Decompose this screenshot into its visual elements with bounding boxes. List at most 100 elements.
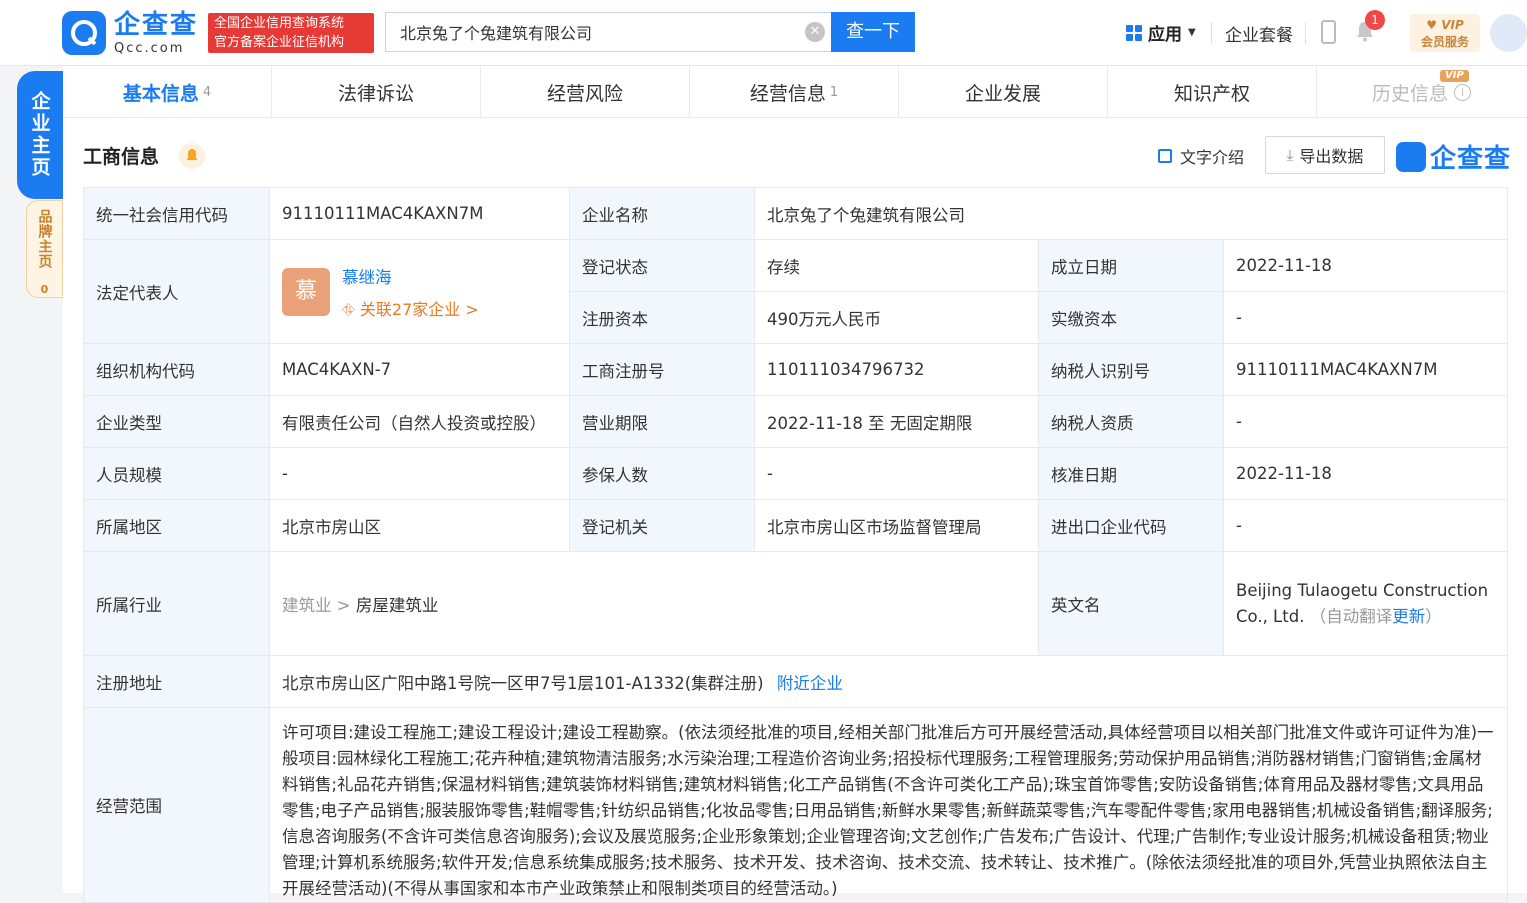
approval-date-value: 2022-11-18	[1222, 447, 1509, 500]
side-tab-brand-home[interactable]: 品牌主页 0	[26, 200, 63, 298]
search-button[interactable]: 查一下	[831, 12, 915, 52]
logo-text-en: Qcc.com	[114, 40, 185, 56]
export-label: 导出数据	[1299, 147, 1364, 166]
tab-history[interactable]: VIP 历史信息 i	[1317, 66, 1526, 118]
tab-operational-risk[interactable]: 经营风险	[481, 66, 690, 118]
tab-development[interactable]: 企业发展	[899, 66, 1108, 118]
watermark-logo: 企查查	[1396, 138, 1511, 175]
top-bar: 企查查 Qcc.com 全国企业信用查询系统 官方备案企业征信机构 ✕ 查一下 …	[0, 0, 1527, 66]
business-info-table: 统一社会信用代码 91110111MAC4KAXN7M 企业名称 北京兔了个兔建…	[83, 187, 1509, 903]
industry-value: 建筑业 > 房屋建筑业	[269, 551, 1039, 656]
divider	[1305, 22, 1306, 44]
address-label: 注册地址	[83, 655, 270, 708]
phone-icon[interactable]	[1321, 20, 1336, 44]
biz-reg-no-value: 110111034796732	[754, 343, 1039, 396]
vip-tag: VIP	[1440, 70, 1469, 82]
search-box: ✕	[385, 12, 831, 52]
tab-count: 4	[202, 84, 212, 100]
org-code-value: MAC4KAXN-7	[269, 343, 570, 396]
paid-capital-label: 实缴资本	[1038, 291, 1224, 344]
legal-rep-related-link[interactable]: ⛗ 关联27家企业 >	[342, 296, 479, 320]
reg-authority-value: 北京市房山区市场监督管理局	[754, 499, 1039, 552]
legal-rep-cell: 慕 慕继海 ⛗ 关联27家企业 >	[269, 239, 570, 344]
staff-size-label: 人员规模	[83, 447, 270, 500]
english-name-line2: Co., Ltd.	[1236, 606, 1305, 626]
legal-rep-avatar[interactable]: 慕	[282, 267, 330, 316]
table-row: 所属行业 建筑业 > 房屋建筑业 英文名 Beijing Tulaogetu C…	[83, 551, 1509, 656]
english-name-label: 英文名	[1038, 551, 1224, 656]
info-icon[interactable]: i	[1454, 83, 1471, 101]
caret-down-icon: ▼	[1188, 27, 1196, 38]
address-value: 北京市房山区广阳中路1号院一区甲7号1层101-A1332(集群注册) 附近企业	[268, 655, 1509, 708]
section-title: 工商信息	[83, 146, 160, 168]
import-export-label: 进出口企业代码	[1038, 499, 1224, 552]
suite-link[interactable]: 企业套餐	[1225, 21, 1293, 46]
site-logo[interactable]: 企查查 Qcc.com 全国企业信用查询系统 官方备案企业征信机构	[62, 10, 375, 56]
side-tab-brand-count: 0	[40, 283, 50, 296]
vip-service-button[interactable]: ♥ VIP 会员服务	[1410, 14, 1480, 52]
scope-label: 经营范围	[83, 707, 270, 903]
insured-value: -	[754, 447, 1039, 500]
legal-rep-label: 法定代表人	[83, 239, 270, 344]
apps-grid-icon	[1126, 24, 1142, 41]
notification-count-badge: 1	[1365, 10, 1385, 30]
watermark-logo-icon	[1396, 141, 1426, 172]
industry-label: 所属行业	[83, 551, 270, 656]
search-input[interactable]	[400, 13, 800, 51]
tab-basic-info[interactable]: 基本信息 4	[63, 66, 272, 118]
biz-term-label: 营业期限	[569, 395, 755, 448]
company-name-label: 企业名称	[569, 187, 755, 240]
vip-sub-label: 会员服务	[1420, 35, 1469, 49]
text-intro-link[interactable]: 文字介绍	[1158, 144, 1244, 168]
table-row: 法定代表人 慕 慕继海 ⛗ 关联27家企业 > 登记状态 存续 成立日期 202…	[83, 239, 1509, 344]
table-row: 组织机构代码 MAC4KAXN-7 工商注册号 110111034796732 …	[83, 343, 1509, 396]
reg-capital-value: 490万元人民币	[754, 291, 1039, 344]
insured-label: 参保人数	[569, 447, 755, 500]
company-type-value: 有限责任公司（自然人投资或控股）	[269, 395, 570, 448]
region-value: 北京市房山区	[269, 499, 570, 552]
logo-icon	[62, 11, 106, 55]
est-date-value: 2022-11-18	[1222, 239, 1509, 292]
english-update-link[interactable]: 更新	[1392, 607, 1425, 626]
biz-reg-no-label: 工商注册号	[569, 343, 755, 396]
address-text: 北京市房山区广阳中路1号院一区甲7号1层101-A1332(集群注册)	[282, 673, 764, 693]
network-icon: ⛗	[342, 299, 360, 319]
staff-size-value: -	[269, 447, 570, 500]
taxpayer-qual-value: -	[1222, 395, 1509, 448]
legal-rep-name[interactable]: 慕继海	[342, 264, 479, 288]
watermark-logo-text: 企查查	[1430, 144, 1512, 174]
tab-bar: 基本信息 4 法律诉讼 经营风险 经营信息 1 企业发展 知识产权 VIP 历史信息…	[63, 66, 1527, 118]
export-data-button[interactable]: ⤓ 导出数据	[1265, 136, 1385, 174]
apps-menu[interactable]: 应用 ▼	[1126, 20, 1196, 45]
reg-capital-label: 注册资本	[569, 291, 755, 344]
table-row: 注册地址 北京市房山区广阳中路1号院一区甲7号1层101-A1332(集群注册)…	[83, 655, 1509, 708]
document-icon	[1158, 149, 1172, 163]
import-export-value: -	[1222, 499, 1509, 552]
user-avatar[interactable]	[1490, 14, 1527, 52]
company-type-label: 企业类型	[83, 395, 270, 448]
download-icon: ⤓	[1286, 146, 1294, 164]
table-row: 经营范围 许可项目:建设工程施工;建设工程设计;建设工程勘察。(依法须经批准的项…	[83, 707, 1509, 903]
tab-count: 1	[829, 84, 839, 100]
table-row: 所属地区 北京市房山区 登记机关 北京市房山区市场监督管理局 进出口企业代码 -	[83, 499, 1509, 552]
english-name-cell: Beijing Tulaogetu Construction Co., Ltd.…	[1222, 551, 1509, 656]
table-row: 人员规模 - 参保人数 - 核准日期 2022-11-18	[83, 447, 1509, 500]
side-tab-company-home[interactable]: 企业主页	[17, 71, 63, 199]
org-code-label: 组织机构代码	[83, 343, 270, 396]
tab-litigation[interactable]: 法律诉讼	[272, 66, 481, 118]
credit-code-label: 统一社会信用代码	[83, 187, 270, 240]
nearby-companies-link[interactable]: 附近企业	[777, 674, 843, 693]
company-name-value: 北京兔了个兔建筑有限公司	[753, 187, 1509, 240]
table-row: 统一社会信用代码 91110111MAC4KAXN7M 企业名称 北京兔了个兔建…	[83, 187, 1509, 240]
vip-label: ♥ VIP	[1426, 18, 1464, 32]
tab-business-info[interactable]: 经营信息 1	[690, 66, 899, 118]
industry-child[interactable]: 房屋建筑业	[356, 596, 439, 615]
clear-icon[interactable]: ✕	[805, 22, 825, 42]
divider	[1211, 22, 1212, 44]
credit-code-value: 91110111MAC4KAXN7M	[269, 187, 570, 240]
logo-badge: 全国企业信用查询系统 官方备案企业征信机构	[208, 13, 375, 53]
industry-parent[interactable]: 建筑业	[282, 596, 332, 615]
subscribe-bell-icon[interactable]	[179, 143, 205, 169]
taxpayer-qual-label: 纳税人资质	[1038, 395, 1224, 448]
tab-ip[interactable]: 知识产权	[1108, 66, 1317, 118]
